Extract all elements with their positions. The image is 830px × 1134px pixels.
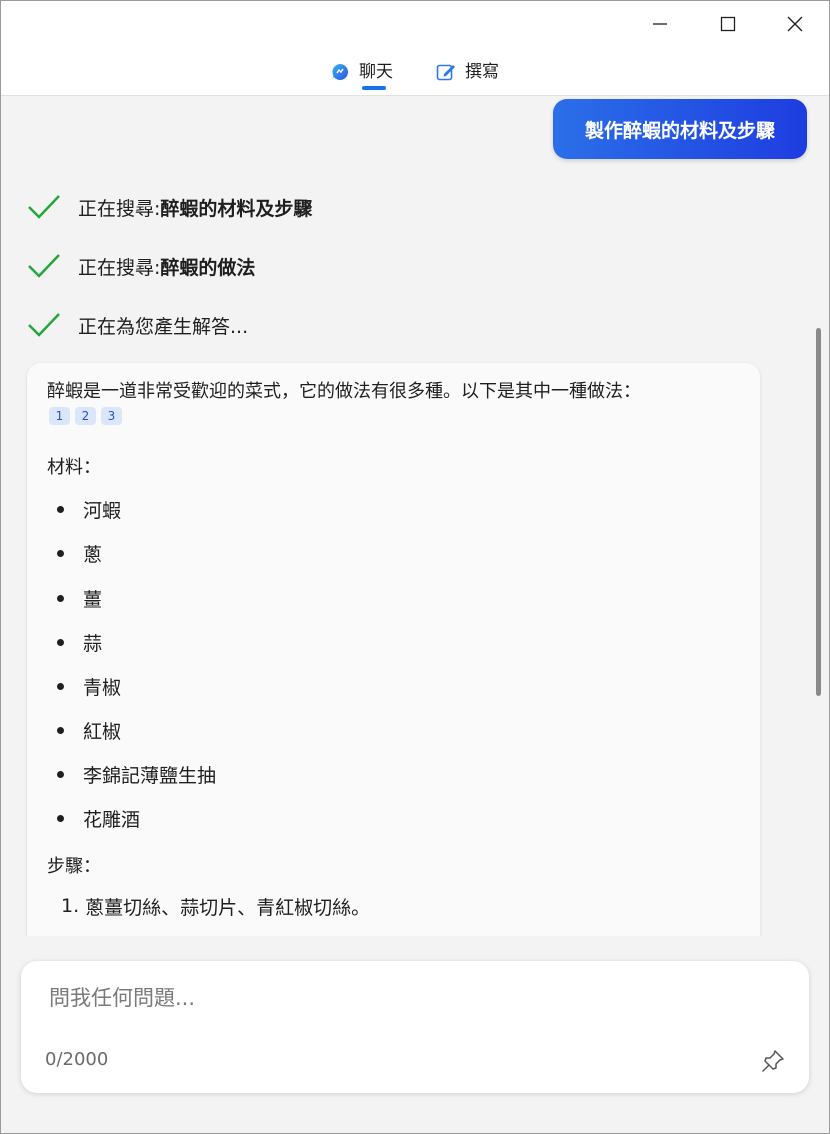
status-prefix: 正在搜尋:	[78, 256, 161, 279]
tab-compose-label: 撰寫	[465, 62, 499, 82]
bullet-dot	[57, 505, 64, 513]
status-prefix: 正在為您產生解答...	[78, 315, 249, 338]
bullet-dot	[57, 594, 64, 602]
close-icon	[787, 16, 803, 32]
pin-icon	[762, 1050, 784, 1072]
user-message-bubble: 製作醉蝦的材料及步驟	[553, 99, 807, 159]
list-item: 李錦記薄鹽生抽	[57, 761, 216, 787]
status-query: 醉蝦的材料及步驟	[160, 197, 313, 220]
answer-intro: 醉蝦是一道非常受歡迎的菜式，它的做法有很多種。以下是其中一種做法：	[47, 381, 641, 402]
step-number: 1.	[61, 895, 80, 917]
maximize-button[interactable]	[705, 7, 751, 41]
list-item: 青椒	[57, 673, 121, 699]
bullet-dot	[57, 770, 64, 778]
list-item: 河蝦	[57, 496, 121, 522]
compose-icon	[436, 64, 455, 81]
chat-input[interactable]	[47, 979, 751, 1017]
list-item: 蔥	[57, 540, 102, 566]
ingredient-text: 薑	[83, 588, 103, 611]
status-row-search-1: 正在搜尋: 醉蝦的材料及步驟	[27, 192, 312, 222]
tab-compose[interactable]: 撰寫	[435, 57, 499, 95]
chat-input-box: 0/2000	[21, 961, 809, 1093]
ingredient-text: 蒜	[83, 632, 103, 655]
minimize-icon	[653, 23, 667, 25]
list-item: 紅椒	[57, 717, 121, 743]
citation-list: 1 2 3	[49, 407, 122, 425]
bullet-dot	[57, 814, 64, 822]
ingredient-text: 蔥	[83, 543, 103, 566]
ingredient-text: 花雕酒	[83, 808, 141, 831]
scrollbar-thumb[interactable]	[816, 328, 821, 696]
ingredient-text: 李錦記薄鹽生抽	[83, 764, 217, 787]
tab-bar: 聊天 撰寫	[1, 57, 829, 95]
bullet-dot	[57, 549, 64, 557]
status-query: 醉蝦的做法	[160, 256, 256, 279]
active-tab-indicator	[362, 86, 386, 90]
char-counter: 0/2000	[45, 1049, 109, 1070]
ingredient-text: 青椒	[83, 676, 122, 699]
citation-link[interactable]: 2	[75, 407, 96, 425]
check-icon	[28, 195, 60, 219]
close-button[interactable]	[772, 7, 818, 41]
list-item: 蒜	[57, 629, 102, 655]
title-bar: 聊天 撰寫	[1, 1, 829, 96]
status-row-search-2: 正在搜尋: 醉蝦的做法	[27, 251, 255, 281]
pin-button[interactable]	[759, 1047, 787, 1075]
app-window: 聊天 撰寫 製作醉蝦的材料及步驟 正在搜尋: 醉蝦的材料及步驟 正在搜尋: 醉蝦…	[0, 0, 830, 1134]
ingredients-heading: 材料：	[47, 457, 101, 478]
list-item: 花雕酒	[57, 805, 140, 831]
list-item: 薑	[57, 585, 102, 611]
citation-link[interactable]: 3	[101, 407, 122, 425]
bullet-dot	[57, 726, 64, 734]
chat-bubble-icon	[332, 63, 349, 80]
citation-link[interactable]: 1	[49, 407, 70, 425]
answer-card: 醉蝦是一道非常受歡迎的菜式，它的做法有很多種。以下是其中一種做法： 1 2 3 …	[27, 363, 760, 936]
ingredient-text: 紅椒	[83, 720, 122, 743]
minimize-button[interactable]	[637, 7, 683, 41]
conversation-area: 製作醉蝦的材料及步驟 正在搜尋: 醉蝦的材料及步驟 正在搜尋: 醉蝦的做法 正在…	[1, 96, 829, 936]
ingredient-text: 河蝦	[83, 499, 122, 522]
check-icon	[28, 254, 60, 278]
user-message-text: 製作醉蝦的材料及步驟	[584, 119, 775, 142]
status-prefix: 正在搜尋:	[78, 197, 161, 220]
step-item: 1. 蔥薑切絲、蒜切片、青紅椒切絲。	[61, 893, 370, 919]
step-text: 蔥薑切絲、蒜切片、青紅椒切絲。	[85, 896, 371, 919]
tab-chat-label: 聊天	[359, 62, 393, 82]
steps-heading: 步驟：	[47, 856, 101, 877]
status-row-generating: 正在為您產生解答...	[27, 310, 248, 340]
check-icon	[28, 313, 60, 337]
maximize-icon	[720, 16, 736, 32]
bullet-dot	[57, 638, 64, 646]
bullet-dot	[57, 682, 64, 690]
